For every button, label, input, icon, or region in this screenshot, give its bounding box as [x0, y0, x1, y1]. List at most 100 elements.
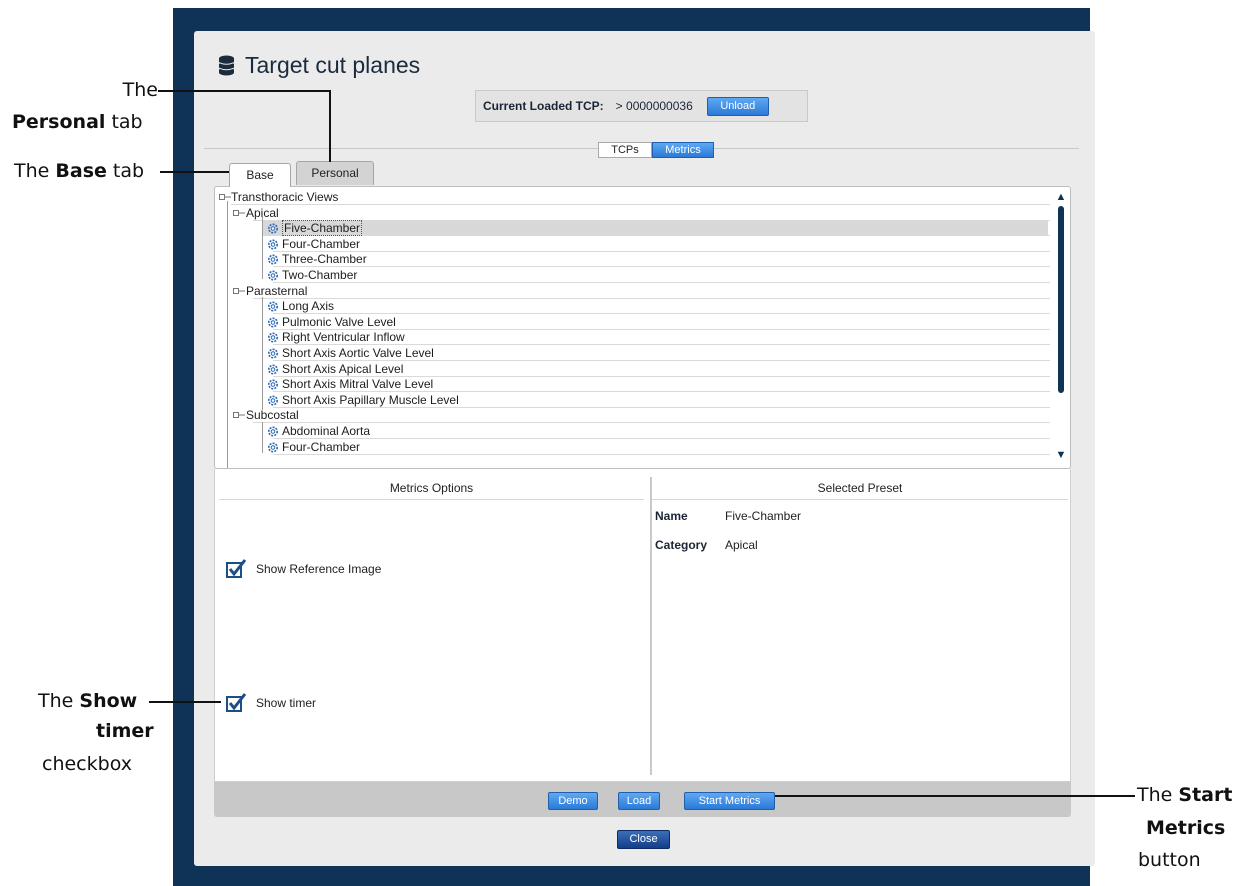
title-text: Target cut planes	[245, 52, 421, 78]
database-icon	[218, 55, 235, 76]
callout-timer-leader	[149, 701, 221, 703]
callout-personal-line2: Personal tab	[12, 110, 143, 134]
tree-item-label: Pulmonic Valve Level	[282, 314, 396, 329]
show-reference-checkbox[interactable]: Show Reference Image	[226, 559, 381, 579]
scroll-thumb[interactable]	[1058, 206, 1064, 393]
callout-personal-bold: Personal	[12, 111, 106, 133]
scroll-down-arrow-icon[interactable]: ▼	[1055, 449, 1067, 461]
unload-button[interactable]: Unload	[706, 96, 769, 116]
tree-scrollbar[interactable]: ▲ ▼	[1055, 191, 1067, 461]
preset-category-value: Apical	[725, 538, 758, 552]
tree-item-label: Five-Chamber	[282, 220, 363, 237]
preset-category-row: Category Apical	[655, 538, 758, 552]
tree-item-label: Four-Chamber	[282, 439, 361, 454]
tree-leaf-item[interactable]: Pulmonic Valve Level	[215, 315, 1050, 330]
tree-item-label: Short Axis Apical Level	[282, 361, 404, 376]
callout-base-the: The	[14, 160, 56, 182]
tree-leaf-item[interactable]: Three-Chamber	[215, 252, 1050, 268]
callout-personal-rest: tab	[105, 111, 143, 133]
tree-item-label: Subcostal	[246, 408, 299, 423]
demo-button[interactable]: Demo	[548, 792, 598, 810]
callout-base: The Base tab	[14, 159, 144, 183]
tree-item-label: Three-Chamber	[282, 252, 367, 267]
tree-group-node[interactable]: Subcostal	[215, 408, 1050, 424]
tab-personal[interactable]: Personal	[296, 161, 374, 185]
metrics-options-header: Metrics Options	[219, 479, 644, 500]
close-button[interactable]: Close	[617, 830, 670, 849]
tab-base[interactable]: Base	[229, 163, 291, 187]
load-button[interactable]: Load	[618, 792, 660, 810]
view-segmented-control: TCPs Metrics	[598, 142, 714, 158]
tree-item-label: Transthoracic Views	[231, 190, 339, 204]
callout-start-bold: Start	[1178, 784, 1233, 806]
callout-start-line2: Metrics	[1146, 817, 1226, 839]
selection-highlight	[263, 221, 1048, 237]
tree-item-label: Right Ventricular Inflow	[282, 330, 405, 345]
tree-item-label: Short Axis Aortic Valve Level	[282, 346, 434, 360]
callout-start-the: The	[1137, 784, 1179, 806]
current-tcp-value: > 0000000036	[615, 99, 693, 113]
callout-timer-line1: The Show	[38, 689, 137, 713]
callout-base-leader	[160, 171, 229, 173]
tree-leaf-item[interactable]: Right Ventricular Inflow	[215, 330, 1050, 346]
tree-leaf-item[interactable]: Short Axis Apical Level	[215, 362, 1050, 377]
tcp-tree: Transthoracic Views Apical Five-Chamber Fou…	[214, 186, 1071, 469]
tree-leaf-item[interactable]: Abdominal Aorta	[215, 424, 1050, 439]
callout-start-line1: The Start	[1137, 783, 1232, 807]
callout-base-bold: Base	[55, 160, 107, 182]
tree-leaf-item[interactable]: Short Axis Aortic Valve Level	[215, 346, 1050, 361]
tree-leaf-item[interactable]: Short Axis Papillary Muscle Level	[215, 393, 1050, 408]
tree-group-node[interactable]: Transthoracic Views	[215, 190, 1050, 205]
show-timer-checkbox[interactable]: Show timer	[226, 693, 316, 713]
tree-leaf-item[interactable]: Two-Chamber	[215, 268, 1050, 283]
preset-gear-icon	[267, 440, 279, 459]
column-divider	[650, 477, 652, 775]
show-timer-label: Show timer	[256, 696, 317, 710]
tree-item-label: Long Axis	[282, 299, 335, 314]
preset-name-key: Name	[655, 509, 688, 523]
current-tcp-box: Current Loaded TCP: > 0000000036 Unload	[475, 90, 808, 122]
tree-leaf-item[interactable]: Four-Chamber	[215, 237, 1050, 252]
current-tcp-label: Current Loaded TCP:	[483, 99, 604, 113]
preset-name-row: Name Five-Chamber	[655, 509, 801, 523]
tree-leaf-item[interactable]: Long Axis	[215, 299, 1050, 315]
tree-group-node[interactable]: Parasternal	[215, 284, 1050, 299]
tcps-segment[interactable]: TCPs	[598, 142, 652, 158]
callout-personal-leader-v	[329, 90, 331, 162]
start-metrics-button[interactable]: Start Metrics	[684, 792, 775, 810]
selected-preset-header: Selected Preset	[652, 479, 1068, 500]
metrics-segment[interactable]: Metrics	[652, 142, 714, 158]
callout-personal-line1: The	[122, 79, 158, 101]
bottom-panel: Metrics Options Selected Preset Show Ref…	[214, 469, 1071, 782]
tree-item-label: Short Axis Papillary Muscle Level	[282, 392, 459, 407]
tree-leaf-item[interactable]: Four-Chamber	[215, 440, 1050, 455]
tree-guide-line	[262, 217, 263, 279]
tree-item-label: Short Axis Mitral Valve Level	[282, 377, 434, 392]
dialog-title: Target cut planes	[218, 52, 420, 79]
callout-start-line3: button	[1138, 849, 1201, 871]
row-divider	[273, 453, 1050, 455]
tree-leaf-item[interactable]: Five-Chamber	[215, 220, 1050, 237]
tree-guide-line	[227, 201, 228, 468]
tree-item-label: Abdominal Aorta	[282, 424, 371, 438]
show-reference-label: Show Reference Image	[256, 562, 382, 576]
callout-timer-the: The	[38, 690, 80, 712]
tree-group-node[interactable]: Apical	[215, 206, 1050, 221]
tree-guide-line	[262, 422, 263, 453]
tree-leaf-item[interactable]: Short Axis Mitral Valve Level	[215, 377, 1050, 393]
callout-base-rest: tab	[106, 160, 145, 182]
checkbox-checked-icon	[226, 693, 247, 712]
callout-personal-leader	[158, 90, 330, 92]
callout-timer-show: Show	[79, 690, 138, 712]
preset-name-value: Five-Chamber	[725, 509, 802, 523]
callout-timer-line2: timer	[96, 720, 154, 742]
tree-guide-line	[262, 297, 263, 410]
tree-item-label: Parasternal	[246, 283, 308, 298]
checkbox-checked-icon	[226, 559, 247, 578]
callout-timer-line3: checkbox	[42, 753, 132, 775]
tree-item-label: Two-Chamber	[282, 268, 358, 282]
scroll-up-arrow-icon[interactable]: ▲	[1055, 191, 1067, 203]
tree-item-label: Four-Chamber	[282, 236, 361, 251]
callout-start-leader	[775, 795, 1135, 797]
preset-category-key: Category	[655, 538, 708, 552]
